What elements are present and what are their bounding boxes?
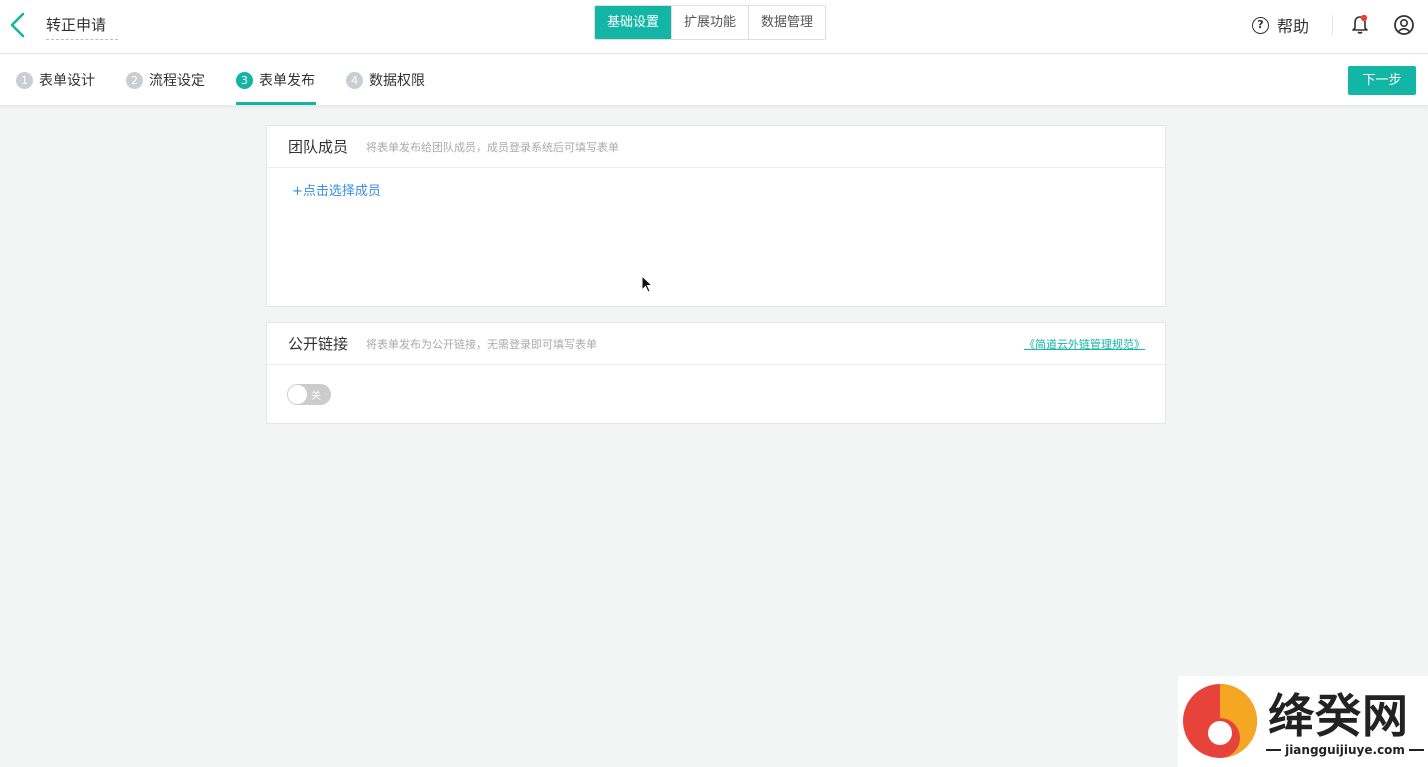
watermark-url-text: jiangguijiuye.com bbox=[1285, 743, 1405, 757]
watermark-logo: 绛癸网 jiangguijiuye.com bbox=[1178, 676, 1428, 767]
watermark-logo-icon bbox=[1183, 684, 1257, 758]
tab-data-management[interactable]: 数据管理 bbox=[748, 6, 826, 39]
question-icon: ? bbox=[1252, 16, 1269, 34]
tab-extensions[interactable]: 扩展功能 bbox=[671, 6, 749, 39]
watermark-url: jiangguijiuye.com bbox=[1266, 743, 1425, 757]
card-title: 公开链接 bbox=[288, 335, 349, 353]
divider bbox=[1332, 15, 1333, 35]
public-link-toggle[interactable]: 关 bbox=[287, 384, 331, 405]
toggle-label: 关 bbox=[311, 391, 321, 402]
back-arrow-icon[interactable] bbox=[8, 12, 28, 38]
card-header: 团队成员 将表单发布给团队成员，成员登录系统后可填写表单 bbox=[267, 126, 1165, 168]
user-avatar-icon[interactable] bbox=[1393, 14, 1415, 36]
step-label: 表单设计 bbox=[39, 73, 95, 89]
form-title[interactable]: 转正申请 bbox=[46, 14, 118, 40]
mouse-pointer-icon bbox=[641, 274, 655, 295]
step-label: 数据权限 bbox=[369, 73, 425, 89]
select-members-link[interactable]: +点击选择成员 bbox=[292, 180, 381, 199]
next-step-button[interactable]: 下一步 bbox=[1348, 66, 1416, 95]
card-description: 将表单发布给团队成员，成员登录系统后可填写表单 bbox=[366, 140, 620, 154]
step-label: 表单发布 bbox=[259, 73, 315, 89]
step-label: 流程设定 bbox=[149, 73, 205, 89]
tab-basic-settings[interactable]: 基础设置 bbox=[595, 6, 672, 39]
steps-bar: 1 表单设计 2 流程设定 3 表单发布 4 数据权限 下一步 bbox=[0, 55, 1428, 105]
step-publish[interactable]: 3 表单发布 bbox=[236, 55, 316, 105]
main-tabs: 基础设置 扩展功能 数据管理 bbox=[594, 5, 827, 40]
top-bar: 转正申请 基础设置 扩展功能 数据管理 ? 帮助 bbox=[0, 0, 1428, 54]
bell-icon[interactable] bbox=[1350, 14, 1370, 36]
step-data-permissions[interactable]: 4 数据权限 bbox=[346, 55, 425, 105]
card-title: 团队成员 bbox=[288, 138, 349, 156]
step-number: 3 bbox=[236, 71, 253, 89]
step-number: 4 bbox=[346, 71, 363, 89]
help-button[interactable]: ? 帮助 bbox=[1252, 14, 1309, 36]
step-number: 1 bbox=[16, 71, 33, 89]
step-form-design[interactable]: 1 表单设计 bbox=[16, 55, 95, 105]
external-link-rules-link[interactable]: 《简道云外链管理规范》 bbox=[1024, 336, 1145, 352]
card-header: 公开链接 将表单发布为公开链接，无需登录即可填写表单 《简道云外链管理规范》 bbox=[267, 323, 1165, 365]
public-link-card: 公开链接 将表单发布为公开链接，无需登录即可填写表单 《简道云外链管理规范》 关 bbox=[266, 322, 1166, 424]
card-description: 将表单发布为公开链接，无需登录即可填写表单 bbox=[366, 337, 598, 351]
watermark-name: 绛癸网 bbox=[1268, 689, 1409, 743]
step-workflow[interactable]: 2 流程设定 bbox=[126, 55, 205, 105]
toggle-knob bbox=[288, 385, 307, 404]
help-label: 帮助 bbox=[1277, 17, 1310, 36]
step-number: 2 bbox=[126, 71, 143, 89]
team-members-card: 团队成员 将表单发布给团队成员，成员登录系统后可填写表单 +点击选择成员 bbox=[266, 125, 1166, 307]
